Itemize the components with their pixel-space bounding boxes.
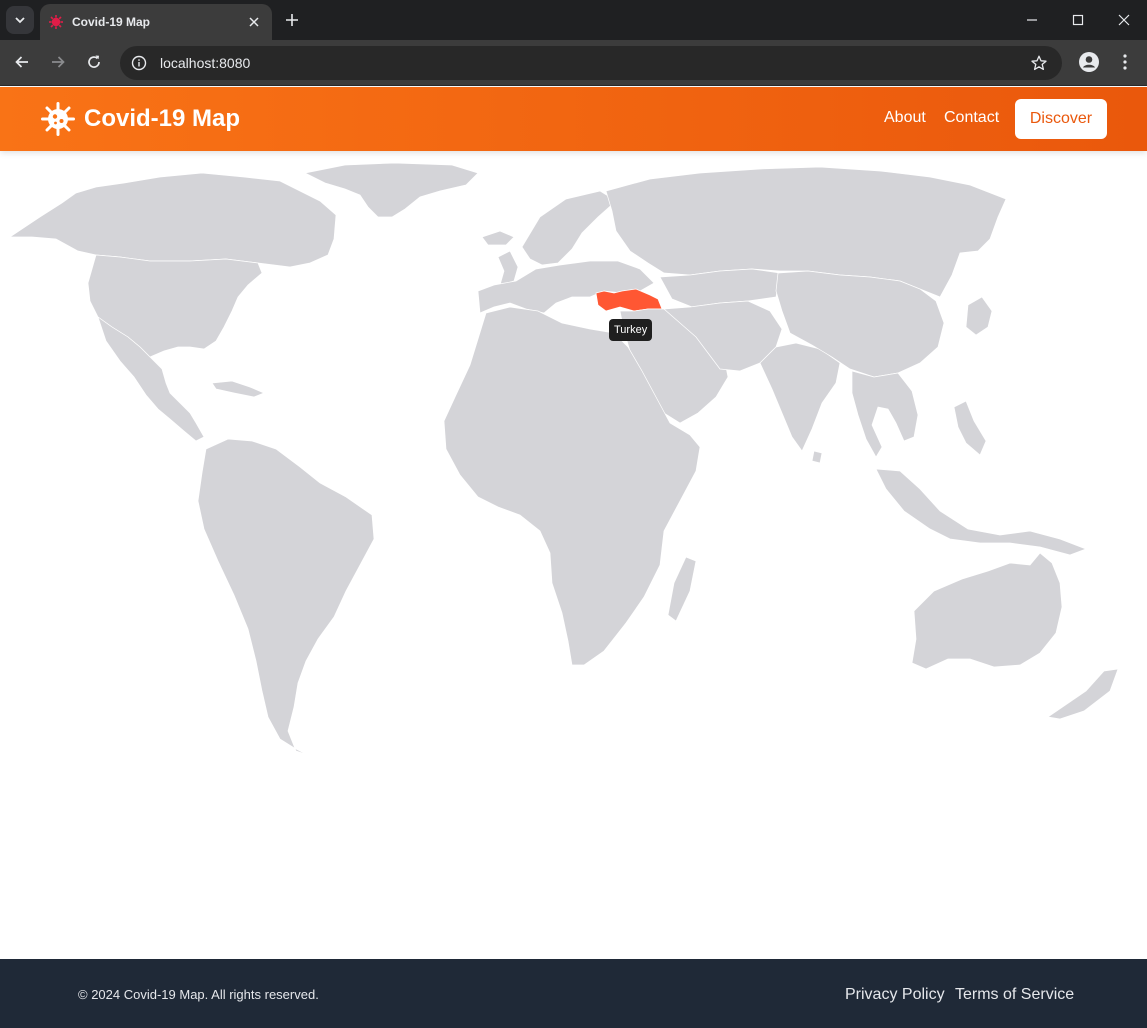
back-button[interactable] [7, 47, 37, 77]
nav-link-about[interactable]: About [884, 109, 926, 127]
brand-logo-link[interactable]: Covid-19 Map [40, 100, 240, 138]
tab-close-button[interactable] [246, 14, 262, 30]
minimize-icon [1027, 19, 1037, 21]
country-sri-lanka[interactable] [811, 450, 823, 464]
country-southeast-asia[interactable] [851, 370, 919, 458]
browser-tab[interactable]: Covid-19 Map [40, 4, 272, 40]
virus-icon [41, 102, 75, 136]
close-icon [249, 17, 259, 27]
country-south-america[interactable] [197, 438, 375, 756]
site-info-icon[interactable] [130, 54, 148, 72]
address-bar[interactable]: localhost:8080 [120, 46, 1062, 80]
country-iceland[interactable] [481, 230, 515, 246]
country-cuba[interactable] [211, 380, 265, 398]
forward-button[interactable] [43, 47, 73, 77]
plus-icon [286, 14, 298, 26]
country-turkey[interactable] [595, 288, 663, 312]
browser-menu-button[interactable] [1110, 47, 1140, 77]
country-japan[interactable] [965, 296, 993, 336]
close-window-button[interactable] [1101, 0, 1147, 40]
reload-icon [88, 55, 100, 68]
chevron-down-icon [15, 17, 25, 24]
new-tab-button[interactable] [281, 9, 303, 31]
country-scandinavia[interactable] [521, 190, 617, 266]
terms-of-service-link[interactable]: Terms of Service [955, 986, 1074, 1004]
brand-name: Covid-19 Map [84, 105, 241, 132]
profile-button[interactable] [1074, 47, 1104, 77]
tab-search-button[interactable] [6, 6, 34, 34]
country-indonesia[interactable] [875, 468, 1087, 556]
browser-toolbar: localhost:8080 [0, 40, 1147, 86]
nav-link-contact[interactable]: Contact [944, 109, 999, 127]
world-map: Turkey [0, 151, 1147, 959]
country-australia[interactable] [911, 552, 1063, 670]
virus-favicon-icon [49, 15, 63, 29]
privacy-policy-link[interactable]: Privacy Policy [845, 986, 945, 1004]
arrow-right-icon [52, 56, 65, 68]
country-madagascar[interactable] [667, 556, 697, 622]
site-footer: © 2024 Covid-19 Map. All rights reserved… [0, 959, 1147, 1028]
country-greenland[interactable] [303, 162, 479, 218]
bookmark-star-icon[interactable] [1028, 52, 1050, 74]
address-url[interactable]: localhost:8080 [160, 55, 1028, 71]
copyright-text: © 2024 Covid-19 Map. All rights reserved… [78, 987, 319, 1002]
kebab-menu-icon [1123, 54, 1127, 70]
country-new-zealand[interactable] [1047, 668, 1119, 720]
country-kazakhstan[interactable] [659, 268, 781, 308]
minimize-button[interactable] [1009, 0, 1055, 40]
browser-tabstrip: Covid-19 Map [0, 0, 1147, 40]
maximize-icon [1072, 14, 1084, 26]
profile-icon [1079, 52, 1099, 72]
maximize-button[interactable] [1055, 0, 1101, 40]
close-icon [1118, 14, 1130, 26]
discover-button[interactable]: Discover [1015, 99, 1107, 139]
country-philippines[interactable] [953, 400, 987, 456]
country-tooltip: Turkey [609, 319, 653, 341]
reload-button[interactable] [79, 47, 109, 77]
country-uk[interactable] [497, 250, 519, 286]
site-header: Covid-19 Map About Contact Discover [0, 87, 1147, 151]
country-canada[interactable] [8, 172, 337, 268]
world-map-svg [8, 162, 1119, 756]
arrow-left-icon [15, 56, 28, 68]
country-india[interactable] [759, 342, 841, 452]
tab-title: Covid-19 Map [72, 15, 151, 29]
